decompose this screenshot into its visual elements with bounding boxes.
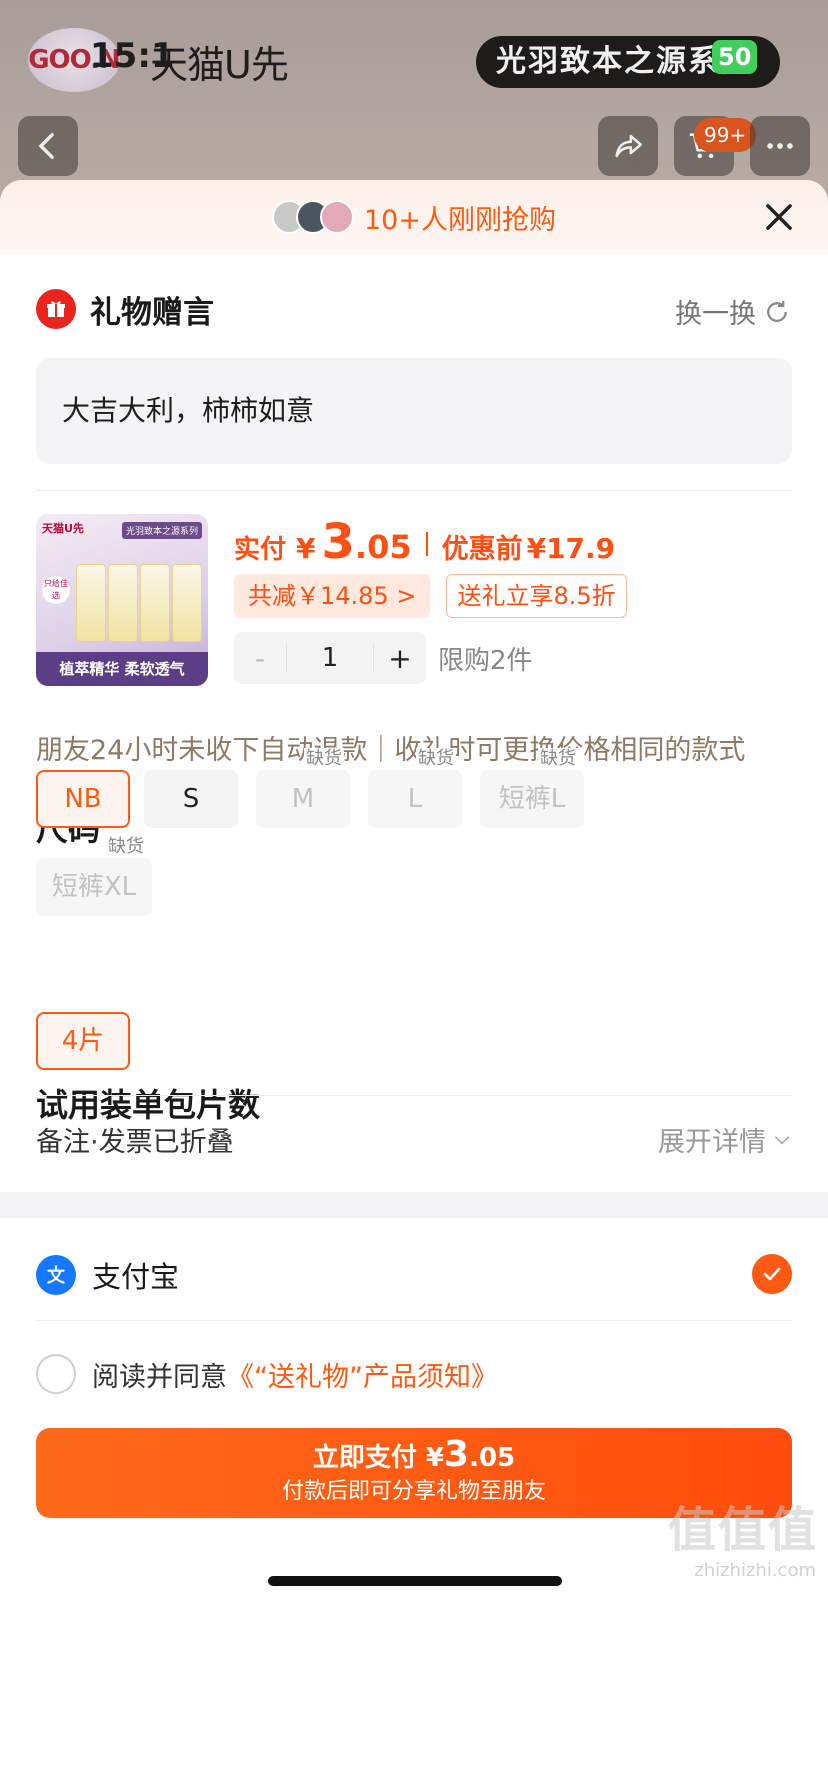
expand-details-button[interactable]: 展开详情 <box>658 1120 792 1159</box>
gift-message-header: 礼物赠言 换一换 <box>36 284 792 334</box>
size-option-shorts-xl[interactable]: 短裤XL 缺货 <box>36 836 152 916</box>
background-page: GOO.N 15:1 天猫U先 光羽致本之源系列 50 99+ <box>0 0 828 200</box>
gift-discount-chip: 送礼立享8.5折 <box>446 574 627 618</box>
purchase-banner: 10+人刚刚抢购 <box>0 180 828 254</box>
divider <box>36 490 792 491</box>
thumbnail-caption: 植萃精华 柔软透气 <box>36 652 208 686</box>
gift-checkout-sheet: 10+人刚刚抢购 礼物赠言 换一换 大吉大利，柿柿如意 天猫U先 光羽致本之源系… <box>0 180 828 1792</box>
chevron-left-icon <box>38 132 54 160</box>
quantity-row: - 1 + 限购2件 <box>234 632 533 684</box>
out-of-stock-label: 缺货 <box>106 836 146 858</box>
refresh-label: 换一换 <box>675 299 756 330</box>
more-dots-icon <box>767 143 793 149</box>
share-icon <box>615 134 643 158</box>
share-button[interactable] <box>598 116 658 176</box>
payment-method-label: 支付宝 <box>92 1260 180 1294</box>
gift-icon <box>36 289 76 329</box>
back-button[interactable] <box>18 116 78 176</box>
divider <box>36 1095 792 1096</box>
pay-label: 实付 <box>234 535 287 565</box>
cart-count-badge: 99+ <box>694 118 757 152</box>
chevron-down-icon <box>774 1135 790 1145</box>
agreement-checkbox[interactable] <box>36 1354 76 1394</box>
agreement-text: 阅读并同意 <box>92 1361 227 1393</box>
size-option-s[interactable]: S <box>144 770 238 828</box>
alipay-icon <box>36 1255 76 1295</box>
refresh-message-button[interactable]: 换一换 <box>675 292 792 331</box>
total-savings-chip[interactable]: 共减￥14.85 > <box>234 574 431 618</box>
original-price: ¥17.9 <box>526 532 616 565</box>
gift-message-title: 礼物赠言 <box>90 294 214 331</box>
battery-indicator: 50 <box>712 40 758 74</box>
section-gap <box>0 1192 828 1218</box>
recent-buyers-text: 10+人刚刚抢购 <box>364 204 556 236</box>
home-indicator <box>268 1576 562 1586</box>
out-of-stock-label: 缺货 <box>304 748 344 770</box>
close-button[interactable] <box>760 198 798 236</box>
agreement-link[interactable]: 《“送礼物”产品须知》 <box>227 1355 498 1394</box>
price-row: 实付 ¥ 3 .05 优惠前 ¥17.9 <box>234 514 615 574</box>
product-thumbnail[interactable]: 天猫U先 光羽致本之源系列 只给佳选 植萃精华 柔软透气 <box>36 514 208 686</box>
refund-notice: 朋友24小时未收下自动退款｜收礼时可更换价格相同的款式 <box>36 735 746 766</box>
watermark-site: zhizhizhi.com <box>694 1560 816 1581</box>
decrease-button[interactable]: - <box>234 642 286 675</box>
buyer-avatars <box>272 200 354 234</box>
quantity-value[interactable]: 1 <box>286 643 374 673</box>
out-of-stock-label: 缺货 <box>538 748 578 770</box>
more-button[interactable] <box>750 116 810 176</box>
remark-label: 备注·发票已折叠 <box>36 1127 234 1158</box>
pay-amount-int: 3 <box>321 514 355 570</box>
product-summary: 天猫U先 光羽致本之源系列 只给佳选 植萃精华 柔软透气 实付 ¥ 3 .05 … <box>36 514 792 694</box>
refresh-icon <box>767 300 787 322</box>
quantity-stepper: - 1 + <box>234 632 426 684</box>
trial-option-4[interactable]: 4片 <box>36 1012 130 1070</box>
agreement-row: 阅读并同意 《“送礼物”产品须知》 <box>36 1352 792 1396</box>
payment-method-alipay[interactable]: 支付宝 <box>36 1250 792 1300</box>
store-brand: 天猫U先 <box>150 43 289 87</box>
currency-symbol: ¥ <box>296 532 316 565</box>
watermark: 值值值 <box>667 1502 818 1558</box>
close-icon <box>766 204 792 230</box>
purchase-limit: 限购2件 <box>438 645 533 676</box>
size-option-m[interactable]: M 缺货 <box>256 748 350 828</box>
original-price-label: 优惠前 <box>441 534 523 565</box>
increase-button[interactable]: + <box>374 642 426 675</box>
gift-message-field[interactable]: 大吉大利，柿柿如意 <box>36 358 792 464</box>
divider <box>36 1320 792 1321</box>
pay-amount-dec: .05 <box>354 528 412 566</box>
size-option-l[interactable]: L 缺货 <box>368 748 462 828</box>
discount-chips: 共减￥14.85 > 送礼立享8.5折 <box>234 574 627 618</box>
remark-invoice-row[interactable]: 备注·发票已折叠 展开详情 <box>36 1120 792 1160</box>
size-option-shorts-l[interactable]: 短裤L 缺货 <box>480 748 584 828</box>
size-option-nb[interactable]: NB <box>36 770 130 828</box>
avatar <box>320 200 354 234</box>
selected-check-icon[interactable] <box>752 1254 792 1294</box>
out-of-stock-label: 缺货 <box>416 748 456 770</box>
